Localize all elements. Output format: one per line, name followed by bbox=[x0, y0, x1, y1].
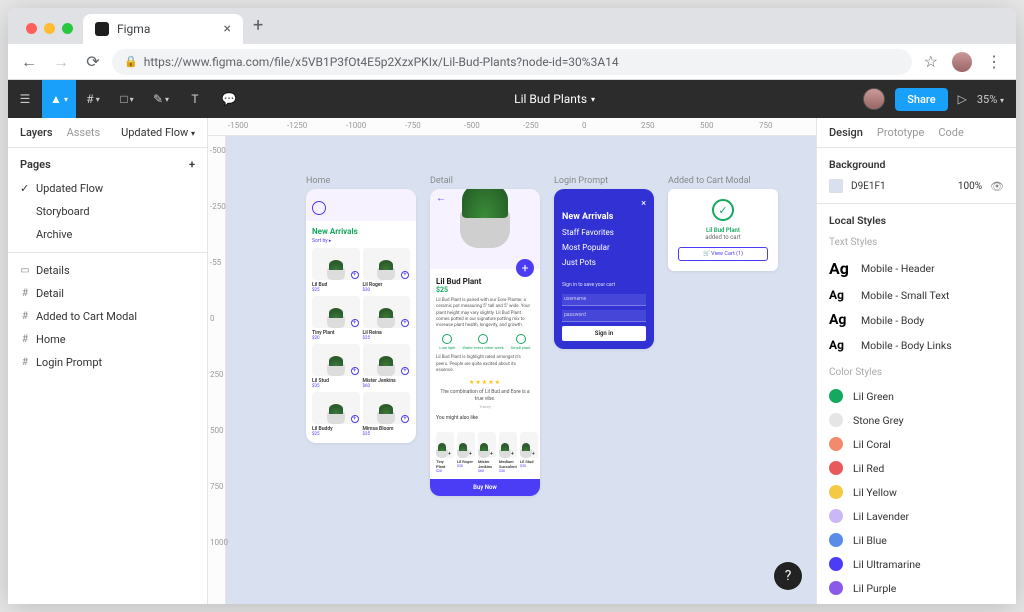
color-style-row[interactable]: Lil Lavender bbox=[829, 504, 1004, 528]
code-tab[interactable]: Code bbox=[938, 126, 963, 139]
frame-icon: # bbox=[20, 358, 30, 368]
frame-cart-modal[interactable]: Added to Cart Modal ✓ Lil Bud Plant adde… bbox=[668, 176, 778, 271]
pen-tool[interactable]: ✎▾ bbox=[144, 80, 178, 118]
color-style-row[interactable]: Lil Green bbox=[829, 384, 1004, 408]
color-style-row[interactable]: Stone Grey bbox=[829, 408, 1004, 432]
password-input: password bbox=[562, 310, 646, 322]
page-item[interactable]: Archive bbox=[12, 223, 203, 246]
layer-item[interactable]: #Detail bbox=[12, 282, 203, 305]
horizontal-ruler: -1500-1250-1000-750-500-2500250500750 bbox=[208, 118, 816, 136]
text-style-row[interactable]: AgMobile - Header bbox=[829, 254, 1004, 283]
page-item[interactable]: Storyboard bbox=[12, 200, 203, 223]
url-text: https://www.figma.com/file/x5VB1P3fOt4E5… bbox=[144, 55, 900, 69]
prototype-tab[interactable]: Prototype bbox=[877, 126, 924, 139]
window-controls bbox=[16, 23, 83, 44]
new-tab-button[interactable]: + bbox=[243, 15, 273, 44]
window-minimize[interactable] bbox=[44, 23, 55, 34]
layers-tab[interactable]: Layers bbox=[20, 126, 53, 139]
frame-icon: # bbox=[20, 335, 30, 345]
check-icon: ✓ bbox=[712, 199, 734, 221]
search-icon bbox=[312, 201, 326, 215]
color-style-row[interactable]: Lil Coral bbox=[829, 432, 1004, 456]
browser-menu-icon[interactable]: ⋮ bbox=[986, 52, 1002, 71]
star-icon[interactable]: ☆ bbox=[924, 52, 938, 71]
zoom-level[interactable]: 35% ▾ bbox=[977, 93, 1004, 106]
color-style-row[interactable]: Lil Ultramarine bbox=[829, 552, 1004, 576]
buy-button: Buy Now bbox=[430, 479, 540, 496]
close-tab-icon[interactable]: × bbox=[224, 21, 231, 37]
vertical-ruler: -500-250-5502505007501000 bbox=[208, 136, 226, 604]
color-style-row[interactable]: Lil Red bbox=[829, 456, 1004, 480]
layer-item[interactable]: #Home bbox=[12, 328, 203, 351]
text-style-row[interactable]: AgMobile - Small Text bbox=[829, 283, 1004, 307]
add-fab: + bbox=[516, 259, 534, 277]
layer-item[interactable]: #Added to Cart Modal bbox=[12, 305, 203, 328]
browser-tab[interactable]: Figma × bbox=[83, 14, 243, 44]
forward-button[interactable]: → bbox=[48, 52, 74, 72]
pages-header: Pages bbox=[20, 158, 51, 171]
frame-icon: # bbox=[20, 312, 30, 322]
comment-tool[interactable]: 💬 bbox=[212, 80, 246, 118]
window-maximize[interactable] bbox=[62, 23, 73, 34]
reload-button[interactable]: ⟳ bbox=[80, 52, 106, 71]
window-close[interactable] bbox=[26, 23, 37, 34]
color-style-row[interactable]: Lil Yellow bbox=[829, 480, 1004, 504]
visibility-icon[interactable]: 👁 bbox=[990, 180, 1004, 193]
layers-panel: Layers Assets Updated Flow ▾ Pages + ✓Up… bbox=[8, 118, 208, 604]
url-field[interactable]: 🔒 https://www.figma.com/file/x5VB1P3fOt4… bbox=[112, 49, 912, 75]
back-arrow-icon: ← bbox=[436, 193, 446, 204]
signin-button: Sign in bbox=[562, 326, 646, 341]
text-style-row[interactable]: AgMobile - Body bbox=[829, 307, 1004, 333]
username-input: username bbox=[562, 294, 646, 306]
favicon bbox=[95, 22, 109, 36]
page-item[interactable]: ✓Updated Flow bbox=[12, 177, 203, 200]
layer-item[interactable]: #Login Prompt bbox=[12, 351, 203, 374]
color-style-row[interactable]: Lil Blue bbox=[829, 528, 1004, 552]
profile-avatar[interactable] bbox=[952, 52, 972, 72]
back-button[interactable]: ← bbox=[16, 52, 42, 72]
share-button[interactable]: Share bbox=[895, 88, 947, 111]
color-style-row[interactable]: Lil Purple bbox=[829, 576, 1004, 600]
assets-tab[interactable]: Assets bbox=[67, 126, 101, 139]
frame-icon: # bbox=[20, 289, 30, 299]
view-cart-button: 🛒 View Cart (1) bbox=[678, 247, 768, 261]
figma-toolbar: ☰ ▲▾ #▾ □▾ ✎▾ T 💬 Lil Bud Plants ▾ Share… bbox=[8, 80, 1016, 118]
frame-tool[interactable]: #▾ bbox=[76, 80, 110, 118]
text-tool[interactable]: T bbox=[178, 80, 212, 118]
shape-tool[interactable]: □▾ bbox=[110, 80, 144, 118]
color-swatch[interactable] bbox=[829, 179, 843, 193]
browser-tab-bar: Figma × + bbox=[8, 8, 1016, 44]
canvas[interactable]: -1500-1250-1000-750-500-2500250500750 -5… bbox=[208, 118, 816, 604]
present-icon[interactable]: ▷ bbox=[958, 92, 967, 106]
design-tab[interactable]: Design bbox=[829, 126, 863, 139]
help-button[interactable]: ? bbox=[774, 562, 802, 590]
chevron-down-icon: ▾ bbox=[591, 95, 595, 104]
tab-title: Figma bbox=[117, 22, 150, 36]
address-bar: ← → ⟳ 🔒 https://www.figma.com/file/x5VB1… bbox=[8, 44, 1016, 80]
star-rating: ★★★★★ bbox=[436, 379, 534, 386]
lock-icon: 🔒 bbox=[124, 55, 138, 68]
user-avatar[interactable] bbox=[863, 88, 885, 110]
move-tool[interactable]: ▲▾ bbox=[42, 80, 76, 118]
rect-icon: ▭ bbox=[20, 266, 30, 276]
main-menu[interactable]: ☰ bbox=[8, 80, 42, 118]
page-selector[interactable]: Updated Flow ▾ bbox=[121, 126, 195, 139]
frame-home[interactable]: Home New Arrivals Sort by ▸ +Lil Bud$25+… bbox=[306, 176, 416, 443]
design-panel: Design Prototype Code Background D9E1F1 … bbox=[816, 118, 1016, 604]
document-title[interactable]: Lil Bud Plants ▾ bbox=[246, 92, 863, 106]
text-style-row[interactable]: AgMobile - Body Links bbox=[829, 333, 1004, 357]
close-icon: × bbox=[562, 199, 646, 209]
plant-image bbox=[460, 210, 510, 248]
background-fill[interactable]: D9E1F1 100% 👁 bbox=[829, 179, 1004, 193]
frame-login[interactable]: Login Prompt × New ArrivalsStaff Favorit… bbox=[554, 176, 654, 349]
add-page-button[interactable]: + bbox=[189, 158, 195, 171]
frame-detail[interactable]: Detail ← + Lil Bud Plant $25 Lil Bud Pla… bbox=[430, 176, 540, 496]
layer-item[interactable]: ▭Details bbox=[12, 259, 203, 282]
